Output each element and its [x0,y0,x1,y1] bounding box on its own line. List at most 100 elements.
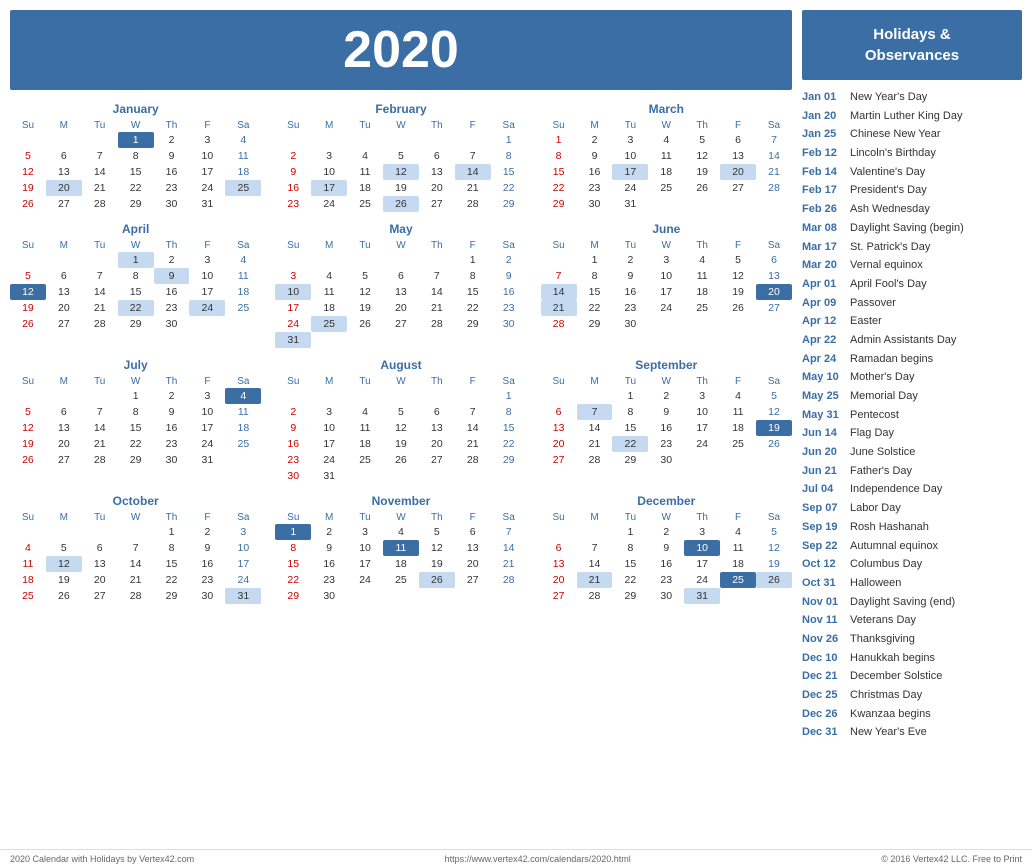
calendar-day[interactable]: 3 [684,388,720,404]
calendar-day[interactable]: 26 [684,180,720,196]
calendar-day[interactable]: 21 [491,556,527,572]
calendar-day[interactable]: 28 [455,452,491,468]
calendar-day[interactable]: 25 [311,316,347,332]
calendar-day[interactable]: 5 [10,268,46,284]
calendar-day[interactable]: 15 [577,284,613,300]
calendar-day[interactable]: 30 [154,196,190,212]
calendar-day[interactable]: 30 [154,316,190,332]
calendar-day[interactable]: 17 [189,420,225,436]
calendar-day[interactable]: 29 [577,316,613,332]
calendar-day[interactable]: 16 [311,556,347,572]
calendar-day[interactable]: 6 [541,404,577,420]
calendar-day[interactable]: 6 [455,524,491,540]
calendar-day[interactable]: 13 [419,164,455,180]
calendar-day[interactable]: 25 [684,300,720,316]
calendar-day[interactable]: 14 [541,284,577,300]
calendar-day[interactable]: 22 [118,436,154,452]
calendar-day[interactable]: 7 [82,148,118,164]
calendar-day[interactable] [383,588,419,604]
calendar-day[interactable]: 18 [225,164,261,180]
calendar-day[interactable]: 17 [648,284,684,300]
calendar-day[interactable]: 8 [118,268,154,284]
calendar-day[interactable]: 22 [577,300,613,316]
calendar-day[interactable]: 30 [648,588,684,604]
calendar-day[interactable]: 14 [82,420,118,436]
calendar-day[interactable] [455,388,491,404]
calendar-day[interactable]: 8 [577,268,613,284]
calendar-day[interactable]: 27 [419,452,455,468]
calendar-day[interactable]: 4 [347,404,383,420]
calendar-day[interactable]: 11 [720,540,756,556]
calendar-day[interactable]: 18 [383,556,419,572]
calendar-day[interactable]: 19 [756,556,792,572]
calendar-day[interactable]: 6 [383,268,419,284]
calendar-day[interactable]: 13 [46,420,82,436]
calendar-day[interactable]: 27 [46,196,82,212]
calendar-day[interactable]: 18 [720,420,756,436]
calendar-day[interactable]: 1 [541,132,577,148]
calendar-day[interactable]: 25 [225,300,261,316]
calendar-day[interactable]: 19 [756,420,792,436]
calendar-day[interactable] [347,588,383,604]
calendar-day[interactable]: 23 [275,452,311,468]
calendar-day[interactable]: 14 [82,284,118,300]
calendar-day[interactable]: 7 [756,132,792,148]
calendar-day[interactable] [756,196,792,212]
calendar-day[interactable]: 18 [225,420,261,436]
calendar-day[interactable]: 17 [189,284,225,300]
calendar-day[interactable]: 27 [541,588,577,604]
calendar-day[interactable] [648,316,684,332]
calendar-day[interactable]: 27 [46,316,82,332]
calendar-day[interactable]: 24 [648,300,684,316]
calendar-day[interactable]: 16 [154,420,190,436]
calendar-day[interactable]: 11 [383,540,419,556]
calendar-day[interactable]: 25 [720,436,756,452]
calendar-day[interactable]: 6 [46,404,82,420]
calendar-day[interactable]: 16 [577,164,613,180]
calendar-day[interactable]: 27 [419,196,455,212]
calendar-day[interactable]: 20 [756,284,792,300]
calendar-day[interactable] [419,252,455,268]
calendar-day[interactable]: 29 [118,452,154,468]
calendar-day[interactable]: 4 [720,388,756,404]
calendar-day[interactable]: 26 [383,196,419,212]
calendar-day[interactable]: 9 [154,404,190,420]
calendar-day[interactable]: 12 [720,268,756,284]
calendar-day[interactable]: 21 [118,572,154,588]
calendar-day[interactable]: 7 [577,540,613,556]
calendar-day[interactable]: 2 [154,252,190,268]
calendar-day[interactable]: 6 [720,132,756,148]
calendar-day[interactable]: 8 [455,268,491,284]
calendar-day[interactable]: 31 [275,332,311,348]
calendar-day[interactable]: 14 [455,420,491,436]
calendar-day[interactable]: 18 [648,164,684,180]
calendar-day[interactable]: 17 [347,556,383,572]
calendar-day[interactable]: 31 [189,452,225,468]
calendar-day[interactable] [189,316,225,332]
calendar-day[interactable]: 26 [756,572,792,588]
calendar-day[interactable]: 31 [311,468,347,484]
calendar-day[interactable]: 10 [648,268,684,284]
calendar-day[interactable]: 1 [455,252,491,268]
calendar-day[interactable]: 19 [10,180,46,196]
calendar-day[interactable]: 6 [82,540,118,556]
calendar-day[interactable]: 25 [225,180,261,196]
calendar-day[interactable]: 6 [419,148,455,164]
calendar-day[interactable]: 29 [491,196,527,212]
calendar-day[interactable]: 5 [756,524,792,540]
calendar-day[interactable] [10,132,46,148]
calendar-day[interactable]: 5 [347,268,383,284]
calendar-day[interactable] [225,316,261,332]
calendar-day[interactable]: 24 [684,436,720,452]
calendar-day[interactable]: 12 [756,404,792,420]
calendar-day[interactable]: 6 [541,540,577,556]
calendar-day[interactable]: 25 [10,588,46,604]
calendar-day[interactable] [720,452,756,468]
calendar-day[interactable]: 8 [491,404,527,420]
calendar-day[interactable]: 8 [118,148,154,164]
calendar-day[interactable]: 26 [383,452,419,468]
calendar-day[interactable] [720,196,756,212]
calendar-day[interactable]: 22 [612,572,648,588]
calendar-day[interactable]: 30 [612,316,648,332]
calendar-day[interactable]: 15 [455,284,491,300]
